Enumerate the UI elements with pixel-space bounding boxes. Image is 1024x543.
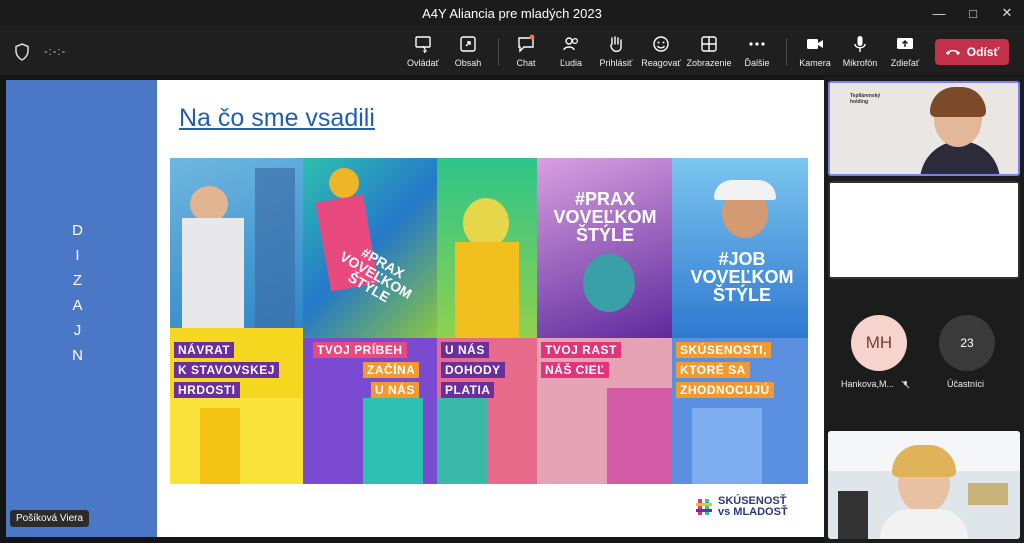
meeting-timer: -:-:- — [44, 46, 67, 58]
panel-3-tag-1: U NÁS — [441, 342, 489, 358]
campaign-logo: SKÚSENOSŤ vs MLADOSŤ — [696, 496, 788, 518]
side-letter: A — [72, 297, 84, 314]
camera-label: Kamera — [799, 58, 831, 68]
share-screen-label: Zdieľať — [890, 58, 920, 68]
panel-1-tag-2: K STAVOVSKEJ — [174, 362, 279, 378]
share-content-label: Obsah — [454, 58, 482, 68]
share-screen-icon — [897, 38, 913, 49]
camera-icon — [807, 39, 823, 49]
share-screen-button[interactable]: Zdieľať — [877, 34, 933, 68]
people-icon — [563, 37, 579, 51]
window-controls: — □ ✕ — [922, 0, 1024, 26]
side-letter: I — [75, 247, 81, 264]
collage-panel-2: #PRAX VOVEĽKOM ŠTÝLE TVOJ PRÍBEH ZAČÍNA U … — [303, 158, 437, 484]
presentation-slide: DIZAJN Na čo sme vsadili NÁVRAT K STAVOV… — [6, 80, 824, 537]
smiley-icon — [653, 36, 669, 52]
side-letter: N — [72, 347, 84, 364]
side-letter: D — [72, 222, 84, 239]
panel-3-tag-3: PLATIA — [441, 382, 495, 398]
slide-title: Na čo sme vsadili — [179, 104, 375, 132]
control-label: Ovládať — [407, 58, 439, 68]
title-bar: A4Y Aliancia pre mladých 2023 — □ ✕ — [0, 0, 1024, 26]
close-icon[interactable]: ✕ — [990, 0, 1024, 26]
meeting-toolbar: -:-:- Ovládať Obsah Chat Ľudia Prihlásiť… — [0, 26, 1024, 76]
participant-video-tile-1[interactable]: Tepllárenský holding — [828, 81, 1020, 176]
avatar[interactable]: MH — [851, 315, 907, 371]
side-letter: Z — [72, 272, 84, 289]
collage-panel-1: NÁVRAT K STAVOVSKEJ HRDOSTI — [170, 158, 303, 484]
participants-overflow-button[interactable]: 23 — [939, 315, 995, 371]
control-icon — [415, 36, 431, 54]
presenter-name-tag: Pošíková Viera — [10, 510, 90, 527]
panel-1-tag-1: NÁVRAT — [174, 342, 235, 358]
more-icon — [749, 42, 765, 46]
panel-4-tag-1: TVOJ RAST — [541, 342, 621, 358]
collage-panel-4: #PRAX VOVEĽKOM ŠTÝLE TVOJ RAST NÁŠ CIEĽ — [537, 158, 672, 484]
more-button[interactable]: Ďalšie — [729, 34, 785, 68]
panel-3-tag-2: DOHODY — [441, 362, 505, 378]
shared-content-stage: DIZAJN Na čo sme vsadili NÁVRAT K STAVOV… — [0, 76, 824, 543]
minimize-icon[interactable]: — — [922, 0, 956, 26]
participant-name: Hankova,M... — [841, 379, 895, 389]
chat-icon — [518, 34, 535, 53]
self-video-tile[interactable] — [828, 431, 1020, 539]
mic-muted-icon — [901, 380, 909, 389]
panel-4-tag-2: NÁŠ CIEĽ — [541, 362, 610, 378]
hash-logo-icon — [696, 499, 712, 515]
grid-icon — [701, 36, 717, 52]
participant-video-tile-2[interactable] — [828, 181, 1020, 279]
chat-label: Chat — [516, 58, 536, 68]
panel-2-tag-1: TVOJ PRÍBEH — [313, 342, 407, 358]
panel-5-tag-2: KTORÉ SA — [676, 362, 750, 378]
react-label: Reagovať — [641, 58, 681, 68]
maximize-icon[interactable]: □ — [956, 0, 990, 26]
panel-4-hashtag: #PRAX VOVEĽKOM ŠTÝLE — [553, 189, 657, 245]
hand-icon — [610, 36, 622, 53]
side-letter: J — [73, 322, 83, 339]
hangup-icon — [945, 50, 960, 55]
panel-5-tag-1: SKÚSENOSTI, — [676, 342, 771, 358]
microphone-label: Mikrofón — [842, 58, 878, 68]
panel-5-tag-3: ZHODNOCUJÚ — [676, 382, 774, 398]
leave-button[interactable]: Odísť — [935, 39, 1009, 65]
panel-2-tag-3: U NÁS — [371, 382, 419, 398]
participants-overflow-label: Účastníci — [947, 379, 985, 389]
window-title: A4Y Aliancia pre mladých 2023 — [422, 5, 602, 21]
more-label: Ďalšie — [744, 58, 770, 68]
view-label: Zobrazenie — [686, 58, 732, 68]
share-content-icon — [460, 36, 476, 52]
slide-side-bar: DIZAJN — [6, 80, 157, 537]
slide-side-text: DIZAJN — [68, 222, 88, 364]
avatar-name-label: Hankova,M... — [841, 379, 910, 389]
campaign-collage: NÁVRAT K STAVOVSKEJ HRDOSTI #PRAX VOVEĽKO… — [170, 158, 808, 484]
panel-5-hashtag: #JOB VOVEĽKOM ŠTÝLE — [690, 249, 794, 305]
brand-line-2: vs MLADOSŤ — [718, 506, 788, 518]
collage-panel-3: U NÁS DOHODY PLATIA — [437, 158, 537, 484]
collage-panel-5: #JOB VOVEĽKOM ŠTÝLE SKÚSENOSTI, KTORÉ SA Z… — [672, 158, 808, 484]
people-label: Ľudia — [559, 58, 583, 68]
panel-1-tag-3: HRDOSTI — [174, 382, 240, 398]
panel-2-tag-2: ZAČÍNA — [363, 362, 420, 378]
share-content-button[interactable]: Obsah — [440, 34, 496, 68]
leave-label: Odísť — [966, 45, 1000, 59]
microphone-icon — [854, 36, 866, 52]
tile-logo-text: Tepllárenský holding — [850, 93, 881, 105]
participants-panel: Tepllárenský holding MH Hankova,M... 23 … — [824, 76, 1024, 543]
shield-icon — [15, 43, 29, 61]
raise-hand-label: Prihlásiť — [599, 58, 633, 68]
